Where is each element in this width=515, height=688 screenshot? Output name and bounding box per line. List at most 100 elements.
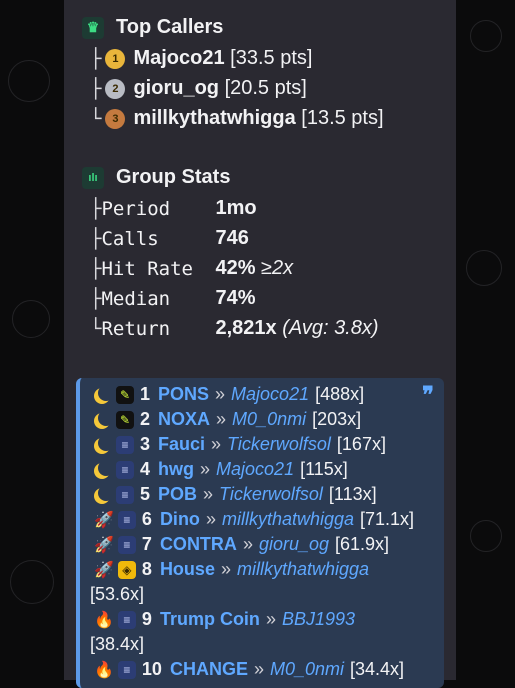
moon-icon (98, 385, 114, 401)
call-multiplier: [113x] (328, 484, 377, 504)
moon-icon (98, 435, 114, 451)
quote-icon: ❞ (422, 382, 434, 407)
call-row: 🔥 ≡ 10 CHANGE » M0_0nmi [34.4x] (94, 659, 404, 680)
caller-name[interactable]: Majoco21 (133, 47, 224, 70)
call-caller-link[interactable]: M0_0nmi (270, 659, 344, 680)
wallpaper-doodle (466, 250, 502, 286)
call-caller-link[interactable]: millkythatwhigga (222, 509, 354, 530)
call-rank: 1 (140, 384, 151, 404)
stat-label: Period (101, 197, 171, 220)
stat-row-return: └ Return 2,821x (Avg: 3.8x) (90, 317, 379, 340)
call-row-wrap: [38.4x] (90, 634, 144, 655)
call-row: ≡ 4 hwg » Majoco21 [115x] (94, 459, 348, 480)
call-separator: » (220, 559, 231, 579)
call-ticker-link[interactable]: POB (158, 484, 197, 505)
caller-points: [33.5 pts] (230, 47, 313, 69)
pen-icon: ✎ (116, 385, 134, 404)
stat-extra: ≥2x (261, 257, 294, 279)
call-ticker-link[interactable]: Trump Coin (160, 609, 260, 630)
call-row: 🔥 ≡ 9 Trump Coin » BBJ1993 (94, 609, 355, 630)
call-ticker-link[interactable]: hwg (158, 459, 194, 480)
call-row-wrap: [53.6x] (90, 584, 144, 605)
moon-icon (98, 460, 114, 476)
caller-points: [13.5 pts] (301, 107, 384, 129)
stat-row-hit-rate: ├ Hit Rate 42% ≥2x (90, 257, 293, 280)
call-caller-link[interactable]: millkythatwhigga (237, 559, 369, 580)
top-caller-row: ├ 2 gioru_og [20.5 pts] (90, 77, 307, 100)
tree-branch: └ (90, 107, 102, 130)
call-caller-link[interactable]: Tickerwolfsol (219, 484, 323, 505)
call-ticker-link[interactable]: PONS (158, 384, 209, 405)
call-ticker-link[interactable]: CONTRA (160, 534, 237, 555)
solana-icon: ≡ (116, 485, 134, 504)
call-ticker-link[interactable]: Fauci (158, 434, 205, 455)
call-separator: » (265, 609, 276, 629)
stat-label: Hit Rate (101, 257, 193, 280)
call-separator: » (200, 459, 211, 479)
call-multiplier: [61.9x] (335, 534, 390, 554)
fire-icon: 🔥 (94, 611, 114, 629)
call-multiplier: [38.4x] (90, 634, 145, 654)
call-multiplier: [488x] (315, 384, 365, 404)
stat-value: 746 (215, 227, 249, 249)
call-caller-link[interactable]: Majoco21 (216, 459, 294, 480)
caller-name[interactable]: gioru_og (133, 77, 219, 100)
stat-row-period: ├ Period 1mo (90, 197, 257, 220)
top-callers-title: Top Callers (116, 16, 224, 38)
call-row: 🚀 ◈ 8 House » millkythatwhigga (94, 559, 369, 580)
call-separator: » (216, 409, 227, 429)
call-row: ≡ 5 POB » Tickerwolfsol [113x] (94, 484, 377, 505)
calls-quote-block: ❞ ✎ 1 PONS » Majoco21 [488x] ✎ 2 NOXA » … (76, 378, 444, 688)
tree-branch: └ (90, 317, 102, 340)
silver-medal-icon: 2 (105, 78, 126, 99)
call-rank: 8 (141, 559, 152, 579)
call-rank: 5 (140, 484, 151, 504)
top-caller-row: └ 3 millkythatwhigga [13.5 pts] (90, 107, 384, 130)
call-caller-link[interactable]: gioru_og (259, 534, 329, 555)
stat-label: Return (101, 317, 171, 340)
wallpaper-doodle (8, 60, 50, 102)
solana-icon: ≡ (117, 510, 136, 529)
stat-label: Calls (101, 227, 159, 250)
stat-value: 74% (215, 287, 256, 309)
call-rank: 9 (141, 609, 152, 629)
stat-label: Median (101, 287, 171, 310)
call-rank: 2 (140, 409, 151, 429)
solana-icon: ≡ (116, 460, 134, 479)
call-multiplier: [115x] (300, 459, 348, 479)
caller-name[interactable]: millkythatwhigga (133, 107, 295, 130)
call-row: ✎ 1 PONS » Majoco21 [488x] (94, 384, 364, 405)
call-row: ≡ 3 Fauci » Tickerwolfsol [167x] (94, 434, 386, 455)
group-stats-title: Group Stats (116, 166, 231, 188)
gold-medal-icon: 1 (105, 48, 126, 69)
moon-icon (98, 485, 114, 501)
call-caller-link[interactable]: BBJ1993 (282, 609, 355, 630)
call-multiplier: [34.4x] (350, 659, 405, 679)
call-separator: » (211, 434, 222, 454)
wallpaper-doodle (12, 300, 50, 338)
call-rank: 3 (140, 434, 151, 454)
tree-branch: ├ (90, 257, 102, 280)
call-ticker-link[interactable]: CHANGE (170, 659, 248, 680)
call-ticker-link[interactable]: Dino (160, 509, 200, 530)
solana-icon: ≡ (117, 660, 136, 679)
call-multiplier: [53.6x] (90, 584, 145, 604)
bar-chart-icon: ılı (82, 166, 104, 189)
call-ticker-link[interactable]: House (160, 559, 215, 580)
call-caller-link[interactable]: Majoco21 (231, 384, 309, 405)
call-rank: 6 (141, 509, 152, 529)
call-separator: » (203, 484, 214, 504)
call-ticker-link[interactable]: NOXA (158, 409, 210, 430)
rocket-icon: 🚀 (94, 536, 114, 554)
call-separator: » (215, 384, 226, 404)
crown-icon: ♛ (82, 16, 104, 39)
call-caller-link[interactable]: M0_0nmi (232, 409, 306, 430)
tree-branch: ├ (90, 197, 102, 220)
call-caller-link[interactable]: Tickerwolfsol (227, 434, 331, 455)
call-multiplier: [71.1x] (360, 509, 415, 529)
call-row: 🚀 ≡ 6 Dino » millkythatwhigga [71.1x] (94, 509, 414, 530)
tree-branch: ├ (90, 47, 102, 70)
stat-value: 42% (215, 257, 256, 279)
solana-icon: ≡ (117, 535, 136, 554)
group-stats-header: ılı Group Stats (82, 166, 230, 189)
